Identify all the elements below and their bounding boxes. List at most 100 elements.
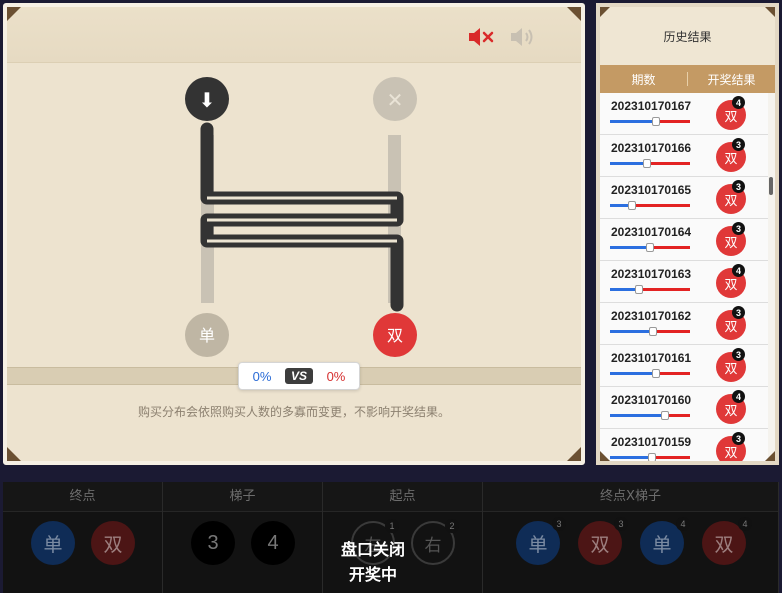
history-row: 202310170165 双 3 xyxy=(600,177,768,219)
history-row: 202310170161 双 3 xyxy=(600,345,768,387)
vs-badge: VS xyxy=(284,368,313,384)
svg-text:单: 单 xyxy=(199,326,215,345)
ladder-count-badge: 3 xyxy=(732,306,745,319)
corner-ornament xyxy=(7,443,25,461)
distribution-bar xyxy=(610,201,690,210)
distribution-bar xyxy=(610,159,690,168)
start-left-button[interactable]: ⬇ xyxy=(185,77,229,121)
bet-chip[interactable]: 单3 xyxy=(516,517,566,565)
history-period: 202310170162 xyxy=(611,309,692,323)
bet-chip[interactable]: 双4 xyxy=(702,517,752,565)
chip-count-badge: 3 xyxy=(552,517,566,531)
chip-count-badge: 1 xyxy=(385,519,399,533)
bet-chip-label: 4 xyxy=(267,531,279,554)
odd-share-bar xyxy=(610,246,650,249)
history-title: 历史结果 xyxy=(600,7,775,65)
bet-chip-label: 双 xyxy=(103,533,123,556)
bet-chip-label: 3 xyxy=(207,531,219,554)
bet-chip[interactable]: 双3 xyxy=(578,517,628,565)
history-period: 202310170163 xyxy=(611,267,692,281)
distribution-knob xyxy=(652,117,661,126)
odd-share-bar xyxy=(610,456,652,459)
odd-share-bar xyxy=(610,414,666,417)
distribution-knob xyxy=(647,453,656,461)
end-odd-marker: 单 xyxy=(185,313,229,357)
odd-share-bar xyxy=(610,120,657,123)
bet-chip[interactable]: 单 xyxy=(31,521,75,565)
history-period: 202310170161 xyxy=(611,351,692,365)
ladder-count-badge: 4 xyxy=(732,96,745,109)
history-row: 202310170159 双 3 xyxy=(600,429,768,461)
bet-column: 终点单 双 xyxy=(3,482,163,593)
distribution-knob xyxy=(634,285,643,294)
ladder-count-badge: 3 xyxy=(732,348,745,361)
distribution-bar xyxy=(610,369,690,378)
distribution-bar xyxy=(610,285,690,294)
distribution-note: 购买分布会依照购买人数的多寡而变更，不影响开奖结果。 xyxy=(137,405,450,419)
close-icon: ✕ xyxy=(387,88,404,112)
history-panel: 历史结果 期数 开奖结果 202310170167 双 4 202310170166 双… xyxy=(596,3,779,465)
odd-share-bar xyxy=(610,372,656,375)
ladder-count-badge: 3 xyxy=(732,432,745,445)
history-list[interactable]: 202310170167 双 4 202310170166 双 3 202310170165… xyxy=(600,93,768,461)
distribution-bar xyxy=(610,453,690,461)
bet-column-title: 起点 xyxy=(323,482,482,512)
chip-count-badge: 4 xyxy=(676,517,690,531)
bet-column: 终点X梯子单 3 双 3 单 4 双 4 xyxy=(483,482,779,593)
column-result: 开奖结果 xyxy=(707,72,756,87)
distribution-bar xyxy=(610,327,690,336)
scrollbar[interactable] xyxy=(769,177,773,195)
history-row: 202310170163 双 4 xyxy=(600,261,768,303)
bet-chip-label: 单 xyxy=(528,533,548,556)
bet-chip[interactable]: 4 xyxy=(251,521,295,565)
history-row: 202310170167 双 4 xyxy=(600,93,768,135)
closed-line: 盘口关闭 xyxy=(340,540,405,559)
distribution-knob xyxy=(628,201,637,210)
history-period: 202310170165 xyxy=(611,183,692,197)
start-right-button[interactable]: ✕ xyxy=(373,77,417,121)
chip-count-badge: 4 xyxy=(738,517,752,531)
ladder-count-badge: 3 xyxy=(732,222,745,235)
history-period: 202310170167 xyxy=(611,99,692,113)
odd-percentage: 0% xyxy=(252,368,272,384)
history-header: 期数 开奖结果 xyxy=(600,65,775,93)
history-period: 202310170166 xyxy=(611,141,692,155)
bet-chip-label: 单 xyxy=(43,533,63,556)
history-row: 202310170160 双 4 xyxy=(600,387,768,429)
drawing-line: 开奖中 xyxy=(348,565,397,584)
bet-column-title: 终点X梯子 xyxy=(483,482,778,512)
end-even-marker: 双 xyxy=(373,313,417,357)
market-closed-message: 盘口关闭 开奖中 xyxy=(318,537,428,587)
down-arrow-icon: ⬇ xyxy=(199,88,216,112)
distribution-knob xyxy=(651,369,660,378)
chip-count-badge: 2 xyxy=(445,519,459,533)
bet-chip-label: 双 xyxy=(590,533,610,556)
even-percentage: 0% xyxy=(326,368,346,384)
odd-share-bar xyxy=(610,162,647,165)
bet-column-title: 终点 xyxy=(3,482,162,512)
distribution-knob xyxy=(646,243,654,252)
bet-chip[interactable]: 单4 xyxy=(640,517,690,565)
history-row: 202310170164 双 3 xyxy=(600,219,768,261)
history-period: 202310170159 xyxy=(611,435,692,449)
distribution-bar xyxy=(610,117,690,126)
odd-share-bar xyxy=(610,330,654,333)
distribution-bar xyxy=(610,411,690,420)
history-period: 202310170164 xyxy=(611,225,692,239)
ladder-result-path xyxy=(200,122,404,312)
column-period: 期数 xyxy=(631,72,656,87)
bet-chip[interactable]: 双 xyxy=(91,521,135,565)
distribution-knob xyxy=(642,159,651,168)
bet-column: 梯子 3 4 xyxy=(163,482,323,593)
bet-chip[interactable]: 3 xyxy=(191,521,235,565)
bet-chip-label: 双 xyxy=(714,533,734,556)
distribution-knob xyxy=(661,411,670,420)
bet-chip-label: 单 xyxy=(652,533,672,556)
distribution-knob xyxy=(649,327,658,336)
ladder-count-badge: 3 xyxy=(732,180,745,193)
bet-column-title: 梯子 xyxy=(163,482,322,512)
chip-count-badge: 3 xyxy=(614,517,628,531)
history-row: 202310170166 双 3 xyxy=(600,135,768,177)
ladder-count-badge: 4 xyxy=(732,264,745,277)
vs-distribution: 0% VS 0% xyxy=(238,362,360,390)
